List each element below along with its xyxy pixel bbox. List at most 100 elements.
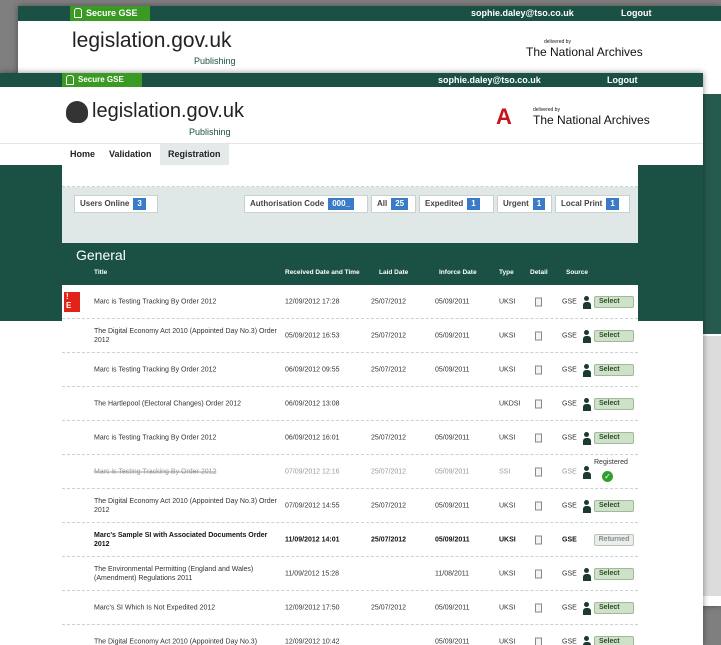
- user-icon: [583, 635, 591, 645]
- flag-line1: !: [66, 292, 69, 301]
- row-type: UKSI: [499, 298, 516, 305]
- detail-document-icon[interactable]: [535, 501, 542, 510]
- select-button[interactable]: Select: [594, 601, 634, 614]
- users-online-chip[interactable]: Users Online 3: [74, 195, 158, 213]
- detail-document-icon[interactable]: [535, 637, 542, 645]
- row-type: UKSI: [499, 332, 516, 339]
- detail-document-icon[interactable]: [535, 535, 542, 544]
- back-secure-gse-badge: Secure GSE: [70, 6, 150, 21]
- row-received: 11/09/2012 15:28: [285, 570, 339, 577]
- check-icon: ✓: [602, 471, 613, 482]
- row-received: 07/09/2012 14:55: [285, 502, 340, 509]
- select-button[interactable]: Select: [594, 363, 634, 376]
- nav-home[interactable]: Home: [62, 144, 103, 166]
- table-body: ! E Marc is Testing Tracking By Order 2012…: [62, 285, 638, 645]
- row-source: GSE: [562, 536, 577, 543]
- tna-logo-icon: A: [496, 104, 512, 129]
- row-type: UKDSI: [499, 400, 521, 407]
- row-title[interactable]: The Digital Economy Act 2010 (Appointed …: [94, 497, 280, 515]
- section-title: General: [76, 247, 126, 263]
- table-row[interactable]: The Hartlepool (Electoral Changes) Order…: [62, 387, 638, 421]
- logout-link[interactable]: Logout: [607, 73, 638, 87]
- detail-document-icon[interactable]: [535, 365, 542, 374]
- select-button[interactable]: Select: [594, 431, 634, 444]
- filter-local-print[interactable]: Local Print 1: [555, 195, 630, 213]
- row-laid-date: 25/07/2012: [371, 536, 407, 543]
- nav-validation[interactable]: Validation: [101, 144, 160, 166]
- table-row[interactable]: The Digital Economy Act 2010 (Appointed …: [62, 489, 638, 523]
- row-source: GSE: [562, 468, 577, 475]
- row-inforce-date: 05/09/2011: [435, 502, 470, 509]
- back-tna-logo: delivered by The National Archives: [526, 39, 643, 59]
- detail-document-icon[interactable]: [535, 331, 542, 340]
- row-title[interactable]: Marc's Sample SI with Associated Documen…: [94, 531, 280, 549]
- row-laid-date: 25/07/2012: [371, 366, 407, 373]
- returned-button[interactable]: Returned: [594, 533, 634, 546]
- filter-expedited-label: Expedited: [425, 199, 464, 208]
- auth-code-value[interactable]: 000_: [328, 198, 355, 210]
- detail-document-icon[interactable]: [535, 569, 542, 578]
- col-source: Source: [566, 269, 589, 276]
- row-received: 11/09/2012 14:01: [285, 536, 340, 543]
- row-source: GSE: [562, 638, 577, 645]
- lock-icon: [74, 8, 82, 18]
- select-button[interactable]: Select: [594, 499, 634, 512]
- users-online-count: 3: [133, 198, 146, 210]
- detail-document-icon[interactable]: [535, 433, 542, 442]
- select-button[interactable]: Select: [594, 635, 634, 645]
- row-type: UKSI: [499, 366, 516, 373]
- row-received: 12/09/2012 17:50: [285, 604, 340, 611]
- detail-document-icon[interactable]: [535, 603, 542, 612]
- row-laid-date: 25/07/2012: [371, 332, 407, 339]
- row-title[interactable]: The Digital Economy Act 2010 (Appointed …: [94, 327, 280, 345]
- detail-document-icon[interactable]: [535, 399, 542, 408]
- row-title[interactable]: Marc is Testing Tracking By Order 2012: [94, 297, 280, 306]
- brand-subtitle: Publishing: [189, 127, 231, 137]
- table-row[interactable]: The Digital Economy Act 2010 (Appointed …: [62, 319, 638, 353]
- filter-urgent[interactable]: Urgent 1: [497, 195, 552, 213]
- site-brand[interactable]: legislation.gov.uk: [92, 100, 244, 123]
- row-title[interactable]: Marc is Testing Tracking By Order 2012: [94, 433, 280, 442]
- table-row[interactable]: The Environmental Permitting (England an…: [62, 557, 638, 591]
- row-source: GSE: [562, 298, 577, 305]
- row-title[interactable]: The Environmental Permitting (England an…: [94, 565, 280, 583]
- row-title[interactable]: Marc is Testing Tracking By Order 2012: [94, 365, 280, 374]
- back-teal-edge: [703, 94, 721, 334]
- row-source: GSE: [562, 434, 577, 441]
- row-received: 12/09/2012 10:42: [285, 638, 340, 645]
- select-button[interactable]: Select: [594, 295, 634, 308]
- col-type: Type: [499, 269, 514, 276]
- filter-all-count: 25: [391, 198, 409, 210]
- detail-document-icon[interactable]: [535, 467, 542, 476]
- select-button[interactable]: Select: [594, 329, 634, 342]
- flag-line2: E: [66, 301, 72, 310]
- table-row[interactable]: Marc is Testing Tracking By Order 2012 07…: [62, 455, 638, 489]
- table-row[interactable]: The Digital Economy Act 2010 (Appointed …: [62, 625, 638, 645]
- lock-icon: [66, 75, 74, 85]
- table-row[interactable]: Marc is Testing Tracking By Order 2012 06…: [62, 421, 638, 455]
- nav-registration[interactable]: Registration: [160, 144, 229, 166]
- user-icon: [583, 397, 591, 411]
- select-button[interactable]: Select: [594, 397, 634, 410]
- col-inforce: Inforce Date: [439, 269, 477, 276]
- row-title[interactable]: The Hartlepool (Electoral Changes) Order…: [94, 399, 280, 408]
- table-row[interactable]: Marc is Testing Tracking By Order 2012 06…: [62, 353, 638, 387]
- row-laid-date: 25/07/2012: [371, 502, 407, 509]
- select-button[interactable]: Select: [594, 567, 634, 580]
- main-window: Secure GSE sophie.daley@tso.co.uk Logout…: [0, 73, 703, 645]
- back-light-edge: [703, 336, 721, 596]
- filter-expedited[interactable]: Expedited 1: [419, 195, 494, 213]
- row-title[interactable]: Marc is Testing Tracking By Order 2012: [94, 467, 280, 476]
- back-logout-link[interactable]: Logout: [621, 6, 652, 21]
- table-row[interactable]: Marc's SI Which Is Not Expedited 2012 12/…: [62, 591, 638, 625]
- auth-code-chip[interactable]: Authorisation Code 000_: [244, 195, 368, 213]
- table-row[interactable]: ! E Marc is Testing Tracking By Order 2012…: [62, 285, 638, 319]
- row-title[interactable]: Marc's SI Which Is Not Expedited 2012: [94, 603, 280, 612]
- table-row[interactable]: Marc's Sample SI with Associated Documen…: [62, 523, 638, 557]
- back-user-email: sophie.daley@tso.co.uk: [471, 8, 574, 18]
- filter-all[interactable]: All 25: [371, 195, 416, 213]
- row-title[interactable]: The Digital Economy Act 2010 (Appointed …: [94, 637, 280, 645]
- row-type: UKSI: [499, 536, 516, 543]
- back-site-brand[interactable]: legislation.gov.uk: [72, 29, 232, 53]
- detail-document-icon[interactable]: [535, 297, 542, 306]
